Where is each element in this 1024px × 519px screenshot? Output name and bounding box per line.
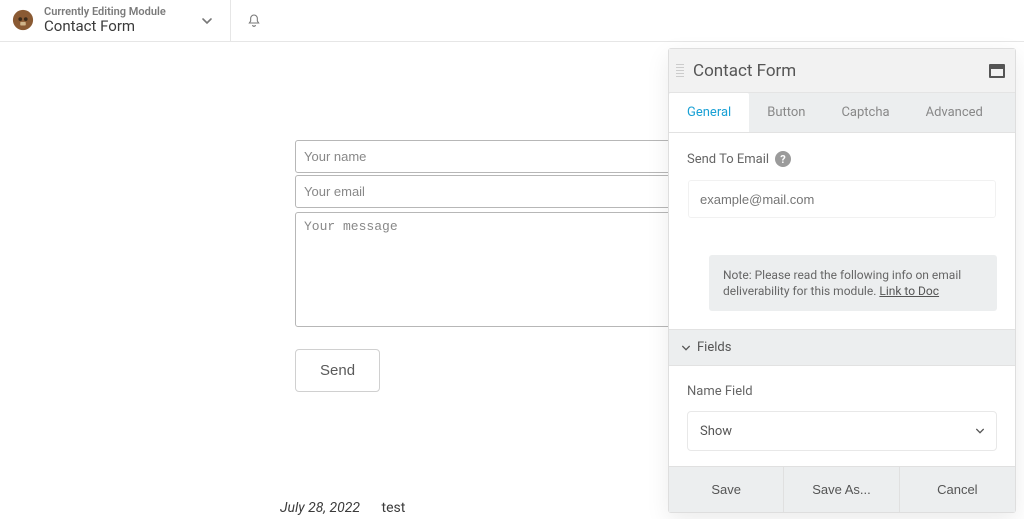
- fields-section-label: Fields: [697, 340, 731, 355]
- bell-icon: [246, 13, 262, 29]
- panel-header: Contact Form: [669, 49, 1015, 93]
- chevron-down-icon: [975, 426, 985, 436]
- top-bar: Currently Editing Module Contact Form: [0, 0, 1024, 42]
- topbar-module-selector[interactable]: Currently Editing Module Contact Form: [0, 6, 184, 36]
- panel-title: Contact Form: [693, 61, 989, 81]
- expand-icon[interactable]: [989, 64, 1005, 78]
- name-field-label: Name Field: [687, 384, 997, 399]
- panel-body[interactable]: Send To Email ? Note: Please read the fo…: [669, 133, 1015, 466]
- tab-captcha[interactable]: Captcha: [823, 93, 907, 132]
- chevron-down-icon: [681, 343, 691, 353]
- send-to-email-input[interactable]: [687, 179, 997, 219]
- cancel-button[interactable]: Cancel: [900, 467, 1015, 512]
- name-field-value: Show: [700, 424, 732, 439]
- deliverability-note: Note: Please read the following info on …: [709, 255, 997, 311]
- tab-button[interactable]: Button: [749, 93, 823, 132]
- help-icon[interactable]: ?: [775, 151, 791, 167]
- tab-general[interactable]: General: [669, 93, 749, 132]
- module-dropdown-caret[interactable]: [184, 15, 230, 27]
- fields-section-header[interactable]: Fields: [669, 329, 1015, 366]
- send-button[interactable]: Send: [295, 349, 380, 392]
- save-as-button[interactable]: Save As...: [784, 467, 899, 512]
- post-title: test: [382, 500, 406, 516]
- tab-advanced[interactable]: Advanced: [908, 93, 1001, 132]
- send-to-email-text: Send To Email: [687, 152, 769, 167]
- beaver-logo-icon: [12, 9, 34, 31]
- save-button[interactable]: Save: [669, 467, 784, 512]
- notifications-button[interactable]: [231, 13, 277, 29]
- panel-footer: Save Save As... Cancel: [669, 466, 1015, 512]
- drag-handle-icon[interactable]: [673, 64, 687, 77]
- settings-panel: Contact Form General Button Captcha Adva…: [668, 48, 1016, 513]
- panel-tabs: General Button Captcha Advanced: [669, 93, 1015, 133]
- module-title: Contact Form: [44, 18, 166, 35]
- post-meta: July 28, 2022 test: [280, 500, 405, 516]
- name-field-select[interactable]: Show: [687, 411, 997, 451]
- chevron-down-icon: [201, 15, 213, 27]
- send-to-email-label: Send To Email ?: [687, 151, 997, 167]
- post-date: July 28, 2022: [280, 500, 360, 516]
- note-link[interactable]: Link to Doc: [879, 284, 939, 298]
